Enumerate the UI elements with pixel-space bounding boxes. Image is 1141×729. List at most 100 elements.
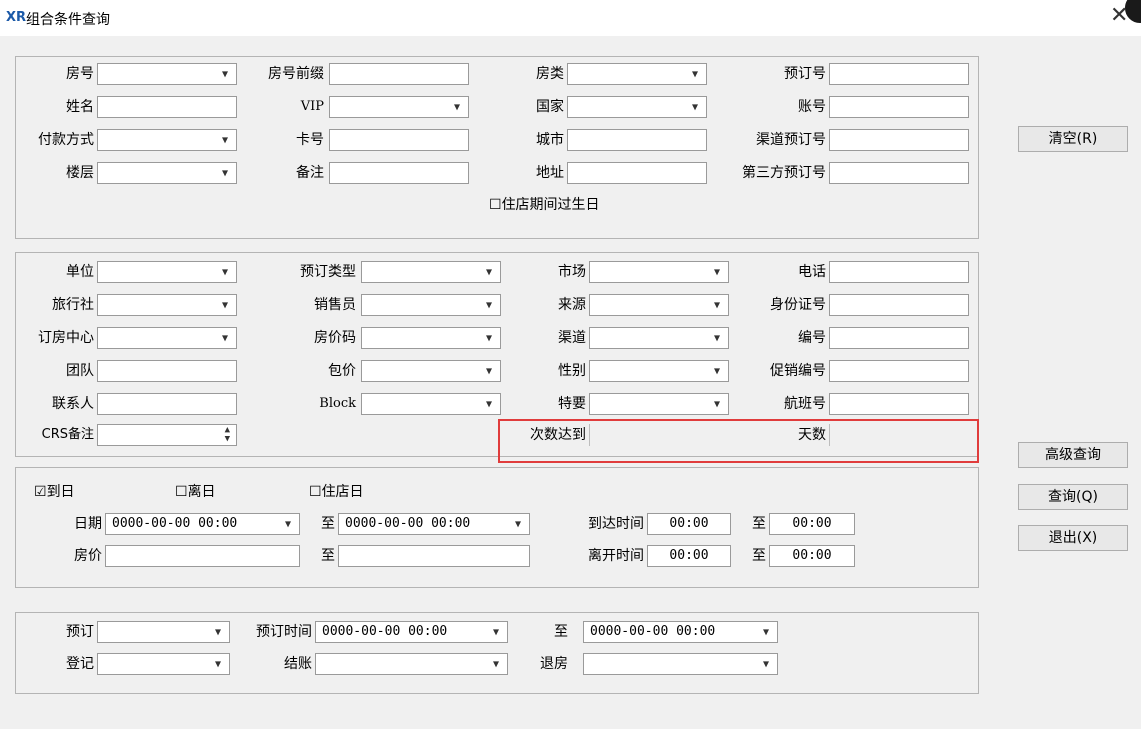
chevron-down-icon: ▼ — [691, 69, 698, 80]
label-block: Block — [319, 396, 356, 411]
resv-time-to-select[interactable]: 0000-00-00 00:00 ▼ — [583, 621, 778, 643]
chevron-down-icon: ▼ — [713, 267, 720, 278]
label-gender: 性别 — [558, 363, 586, 379]
card-no-input[interactable] — [329, 129, 469, 151]
label-checkout-room: 退房 — [540, 656, 568, 672]
salesperson-select[interactable]: ▼ — [361, 294, 501, 316]
chevron-down-icon: ▼ — [762, 627, 769, 638]
label-market: 市场 — [558, 264, 586, 280]
country-select[interactable]: ▼ — [567, 96, 707, 118]
floor-select[interactable]: ▼ — [97, 162, 237, 184]
contact-input[interactable] — [97, 393, 237, 415]
leave-time-from-input[interactable]: 00:00 — [647, 545, 731, 567]
payment-select[interactable]: ▼ — [97, 129, 237, 151]
label-leave-time: 离开时间 — [588, 548, 644, 564]
rate-from-input[interactable] — [105, 545, 300, 567]
advanced-query-button[interactable]: 高级查询 — [1018, 442, 1128, 468]
rate-to-input[interactable] — [338, 545, 530, 567]
clear-button[interactable]: 清空(R) — [1018, 126, 1128, 152]
phone-input[interactable] — [829, 261, 969, 283]
resv-type-select[interactable]: ▼ — [361, 261, 501, 283]
booking-center-select[interactable]: ▼ — [97, 327, 237, 349]
date-to-select[interactable]: 0000-00-00 00:00 ▼ — [338, 513, 530, 535]
chevron-down-icon: ▼ — [485, 333, 492, 344]
agency-select[interactable]: ▼ — [97, 294, 237, 316]
label-to-3: 至 — [321, 548, 335, 564]
checkout-room-select[interactable]: ▼ — [583, 653, 778, 675]
checkin-select[interactable]: ▼ — [97, 653, 230, 675]
code-input[interactable] — [829, 327, 969, 349]
chevron-down-icon: ▼ — [221, 333, 228, 344]
arrive-time-to-input[interactable]: 00:00 — [769, 513, 855, 535]
label-country: 国家 — [536, 99, 564, 115]
label-room-prefix: 房号前缀 — [268, 66, 324, 82]
arrive-time-from-input[interactable]: 00:00 — [647, 513, 731, 535]
label-room-type: 房类 — [536, 66, 564, 82]
chevron-down-icon: ▼ — [485, 300, 492, 311]
label-phone: 电话 — [798, 264, 826, 280]
market-select[interactable]: ▼ — [589, 261, 729, 283]
room-no-select[interactable]: ▼ — [97, 63, 237, 85]
room-prefix-input[interactable] — [329, 63, 469, 85]
flight-no-input[interactable] — [829, 393, 969, 415]
package-select[interactable]: ▼ — [361, 360, 501, 382]
date-from-select[interactable]: 0000-00-00 00:00 ▼ — [105, 513, 300, 535]
spinner-arrows-icon[interactable]: ▲ ▼ — [225, 426, 230, 444]
rate-code-select[interactable]: ▼ — [361, 327, 501, 349]
label-to-2: 至 — [752, 516, 766, 532]
city-input[interactable] — [567, 129, 707, 151]
checkbox-checked-icon: ☑ — [34, 484, 47, 500]
group-input[interactable] — [97, 360, 237, 382]
leave-time-to-input[interactable]: 00:00 — [769, 545, 855, 567]
unit-select[interactable]: ▼ — [97, 261, 237, 283]
exit-button[interactable]: 退出(X) — [1018, 525, 1128, 551]
chevron-down-icon: ▼ — [284, 519, 291, 530]
id-card-input[interactable] — [829, 294, 969, 316]
third-party-resv-no-input[interactable] — [829, 162, 969, 184]
crs-remark-spinner[interactable]: ▲ ▼ — [97, 424, 237, 446]
remark-input[interactable] — [329, 162, 469, 184]
chevron-down-icon: ▼ — [221, 267, 228, 278]
resv-time-from-select[interactable]: 0000-00-00 00:00 ▼ — [315, 621, 508, 643]
label-checkin: 登记 — [66, 656, 94, 672]
label-rate: 房价 — [74, 548, 102, 564]
staying-checkbox[interactable]: ☐住店日 — [309, 482, 364, 502]
label-third-party-resv-no: 第三方预订号 — [742, 165, 826, 181]
resv-no-input[interactable] — [829, 63, 969, 85]
channel-resv-no-input[interactable] — [829, 129, 969, 151]
label-resv-to: 至 — [554, 624, 568, 640]
resv-select[interactable]: ▼ — [97, 621, 230, 643]
query-button[interactable]: 查询(Q) — [1018, 484, 1128, 510]
account-no-input[interactable] — [829, 96, 969, 118]
departure-checkbox[interactable]: ☐离日 — [175, 482, 216, 502]
label-to-1: 至 — [321, 516, 335, 532]
label-special: 特要 — [558, 396, 586, 412]
chevron-down-icon: ▼ — [221, 69, 228, 80]
close-icon[interactable]: ✕ — [1110, 4, 1128, 28]
chevron-down-icon: ▼ — [762, 659, 769, 670]
label-id-card: 身份证号 — [770, 297, 826, 313]
promo-no-input[interactable] — [829, 360, 969, 382]
checkout-select[interactable]: ▼ — [315, 653, 508, 675]
special-select[interactable]: ▼ — [589, 393, 729, 415]
channel-select[interactable]: ▼ — [589, 327, 729, 349]
label-resv-no: 预订号 — [784, 66, 826, 82]
label-arrive-time: 到达时间 — [588, 516, 644, 532]
birthday-checkbox[interactable]: ☐住店期间过生日 — [489, 195, 600, 215]
highlight-box — [498, 419, 979, 463]
chevron-down-icon: ▼ — [221, 135, 228, 146]
name-input[interactable] — [97, 96, 237, 118]
vip-select[interactable]: ▼ — [329, 96, 469, 118]
block-select[interactable]: ▼ — [361, 393, 501, 415]
room-type-select[interactable]: ▼ — [567, 63, 707, 85]
label-source: 来源 — [558, 297, 586, 313]
source-select[interactable]: ▼ — [589, 294, 729, 316]
gender-select[interactable]: ▼ — [589, 360, 729, 382]
address-input[interactable] — [567, 162, 707, 184]
label-date: 日期 — [74, 516, 102, 532]
chevron-down-icon: ▼ — [485, 267, 492, 278]
app-logo-icon: XR — [6, 10, 27, 25]
checkbox-unchecked-icon: ☐ — [175, 484, 188, 500]
arrival-checkbox[interactable]: ☑到日 — [34, 482, 75, 502]
label-code: 编号 — [798, 330, 826, 346]
